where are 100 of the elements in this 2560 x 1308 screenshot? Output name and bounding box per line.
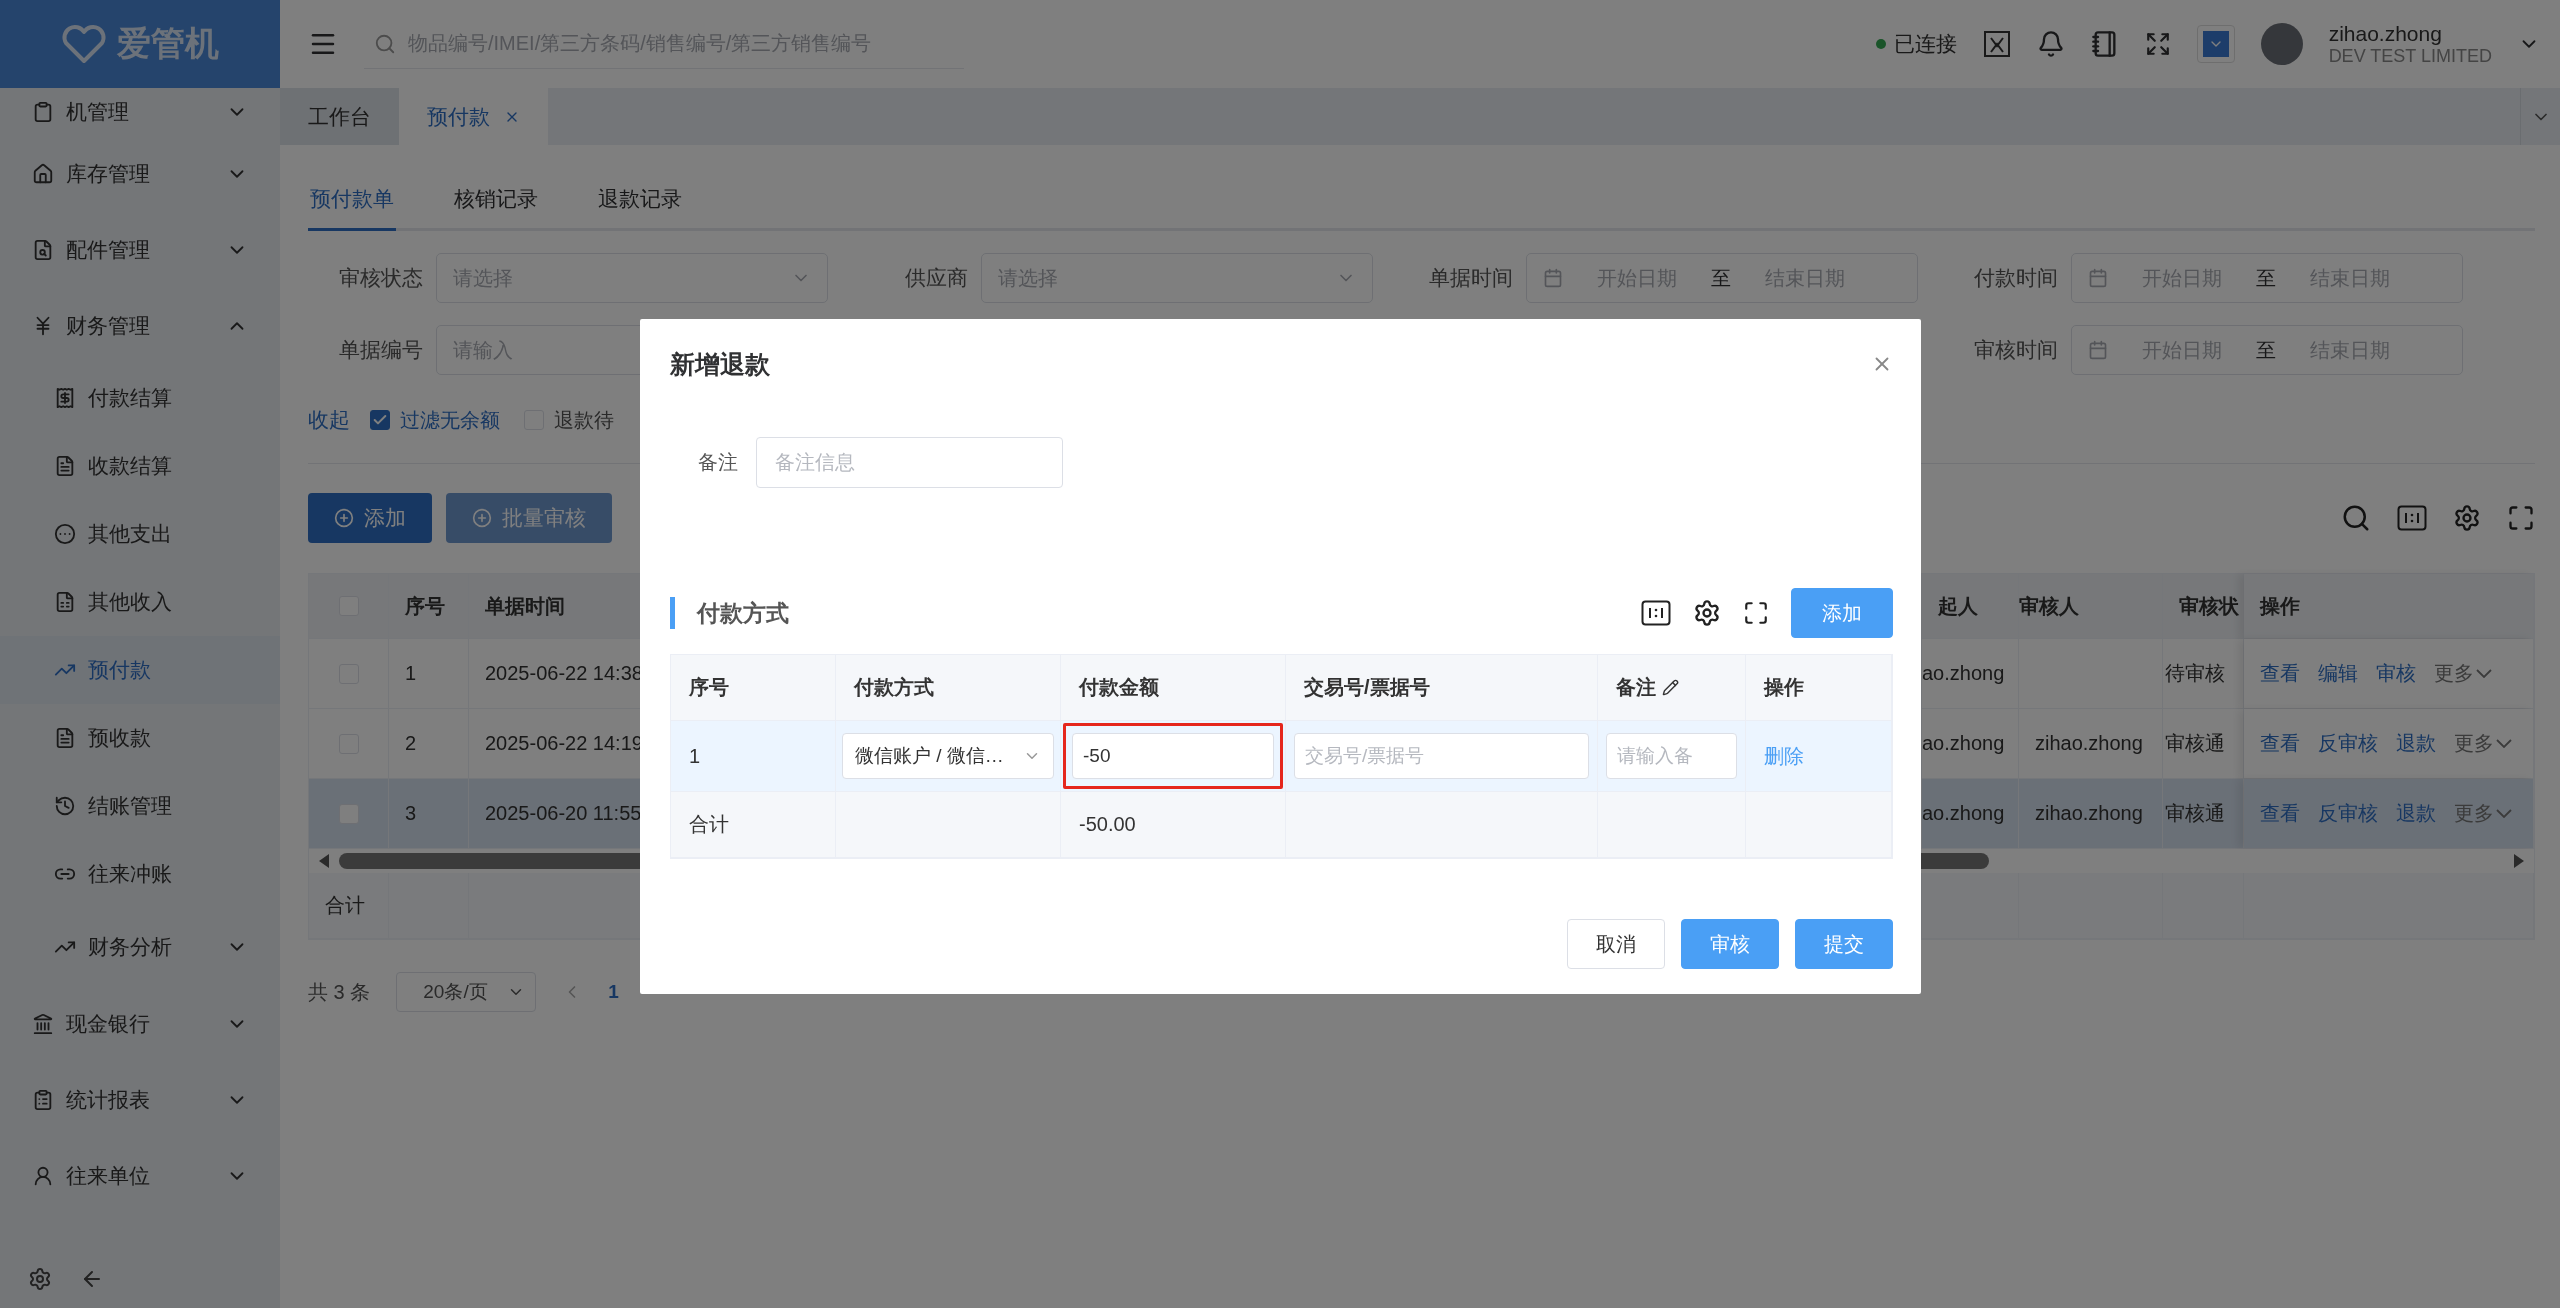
sidebar-submenu-item[interactable]: 往来冲账 <box>0 840 280 908</box>
action-link[interactable]: 反审核 <box>2318 800 2378 827</box>
notebook-icon[interactable] <box>2090 30 2119 58</box>
scroll-left-icon[interactable] <box>317 853 331 869</box>
section-title: 付款方式 <box>670 597 789 629</box>
action-link[interactable]: 编辑 <box>2318 660 2358 687</box>
spreadsheet-icon <box>54 591 76 613</box>
add-button[interactable]: 添加 <box>1791 588 1893 638</box>
more-circle-icon <box>54 523 76 545</box>
avatar[interactable] <box>2260 23 2303 65</box>
scroll-right-icon[interactable] <box>2512 853 2526 869</box>
page-number[interactable]: 1 <box>608 981 619 1003</box>
sub-tab[interactable]: 核销记录 <box>452 185 540 231</box>
dropdown-toggle[interactable] <box>2196 25 2235 63</box>
dialog-button[interactable]: 审核 <box>1681 919 1779 969</box>
field-label: 备注 <box>698 450 738 475</box>
reference-input[interactable]: 交易号/票据号 <box>1294 733 1589 779</box>
filter-label: 付款时间 <box>1973 265 2058 291</box>
sidebar-menu-item[interactable]: 配件管理 <box>0 212 280 288</box>
user-icon <box>32 1165 54 1187</box>
chevron-down-icon <box>2496 739 2512 748</box>
range-separator: 至 <box>2256 337 2276 363</box>
column-header: 交易号/票据号 <box>1286 655 1598 720</box>
sidebar-menu-item[interactable]: 往来单位 <box>0 1138 280 1214</box>
pencil-icon[interactable] <box>1662 679 1679 696</box>
settings-icon[interactable] <box>1693 599 1721 627</box>
collapse-link[interactable]: 收起 <box>308 406 350 434</box>
clipboard-list-icon <box>32 1089 54 1111</box>
more-menu-link[interactable]: 更多 <box>2434 660 2492 687</box>
filter-label: 审核状态 <box>338 265 423 291</box>
sidebar-menu-item[interactable]: 财务管理 <box>0 288 280 364</box>
action-link[interactable]: 查看 <box>2260 730 2300 757</box>
logo-text: 爱管机 <box>117 23 219 64</box>
sidebar-submenu-item[interactable]: 付款结算 <box>0 364 280 432</box>
calendar-icon <box>1543 268 1563 288</box>
sidebar-submenu-item[interactable]: 收款结算 <box>0 432 280 500</box>
sidebar-submenu-item[interactable]: 预付款 <box>0 636 280 704</box>
column-header: 审核人 <box>2019 574 2163 638</box>
more-menu-link[interactable]: 更多 <box>2454 800 2512 827</box>
sidebar-submenu-item[interactable]: 其他收入 <box>0 568 280 636</box>
sidebar-submenu-item[interactable]: 其他支出 <box>0 500 280 568</box>
sub-tab[interactable]: 退款记录 <box>596 185 684 231</box>
calendar-icon <box>2088 268 2108 288</box>
remark-input[interactable]: 备注信息 <box>756 437 1063 488</box>
plus-circle-icon <box>472 508 492 528</box>
user-name: zihao.zhong <box>2328 20 2443 46</box>
chevron-down-icon <box>2496 809 2512 818</box>
dialog-button[interactable]: 取消 <box>1567 919 1665 969</box>
sub-tab[interactable]: 预付款单 <box>308 185 396 231</box>
table-cell: 审核通 <box>2163 779 2244 848</box>
sidebar-menu-item[interactable]: 机管理 <box>0 88 280 136</box>
sidebar-submenu-item[interactable]: 预收款 <box>0 704 280 772</box>
more-menu-link[interactable]: 更多 <box>2454 730 2512 757</box>
page-size-select[interactable]: 20条/页 <box>396 972 537 1012</box>
action-link[interactable]: 反审核 <box>2318 730 2378 757</box>
history-icon <box>54 795 76 817</box>
page-tab[interactable]: 工作台 <box>280 88 399 145</box>
ratio-icon[interactable] <box>1641 600 1671 626</box>
sidebar-menu-item[interactable]: 现金银行 <box>0 986 280 1062</box>
search-icon[interactable] <box>2341 503 2371 533</box>
sidebar-menu-item[interactable]: 库存管理 <box>0 136 280 212</box>
bell-icon[interactable] <box>2036 30 2065 58</box>
action-link[interactable]: 查看 <box>2260 660 2300 687</box>
table-cell: 1 <box>389 639 469 708</box>
action-link[interactable]: 退款 <box>2396 730 2436 757</box>
document-icon <box>54 727 76 749</box>
heart-logo-icon <box>61 24 107 64</box>
filter-label: 单据时间 <box>1428 265 1513 291</box>
crossed-box-icon[interactable] <box>1982 30 2011 58</box>
clipboard-icon <box>32 101 54 123</box>
expand-icon[interactable] <box>2144 31 2171 57</box>
dialog-button[interactable]: 提交 <box>1795 919 1893 969</box>
sidebar-submenu-item[interactable]: 结账管理 <box>0 772 280 840</box>
filter-label: 审核时间 <box>1973 337 2058 363</box>
toolbar-button[interactable]: 添加 <box>308 493 432 543</box>
sidebar-submenu-item[interactable]: 财务分析 <box>0 908 280 986</box>
page-tab[interactable]: 预付款 <box>399 88 548 145</box>
note-input[interactable]: 请输入备 <box>1606 733 1737 779</box>
column-header: 序号 <box>671 655 836 720</box>
table-cell: 1 <box>671 721 836 791</box>
checkbox[interactable] <box>370 410 390 430</box>
company-name: DEV TEST LIMITED <box>2328 45 2492 68</box>
document-icon <box>54 455 76 477</box>
column-header: 付款方式 <box>836 655 1061 720</box>
range-separator: 至 <box>1711 265 1731 291</box>
total-count: 共 3 条 <box>308 979 371 1005</box>
column-header: 审核状 <box>2163 574 2244 638</box>
file-search-icon <box>32 239 54 261</box>
payment-method-select[interactable]: 微信账户 / 微信… <box>842 733 1054 779</box>
sidebar-menu-item[interactable]: 统计报表 <box>0 1062 280 1138</box>
amount-input[interactable]: -50 <box>1072 733 1274 779</box>
table-cell: ao.zhong <box>1922 779 2019 848</box>
action-link[interactable]: 审核 <box>2376 660 2416 687</box>
delete-link[interactable]: 删除 <box>1764 742 1804 770</box>
table-cell: 2 <box>389 709 469 778</box>
action-link[interactable]: 查看 <box>2260 800 2300 827</box>
action-link[interactable]: 退款 <box>2396 800 2436 827</box>
fullscreen-icon[interactable] <box>1743 600 1769 626</box>
table-cell: zihao.zhong <box>2019 709 2163 778</box>
summary-label: 合计 <box>309 873 389 938</box>
